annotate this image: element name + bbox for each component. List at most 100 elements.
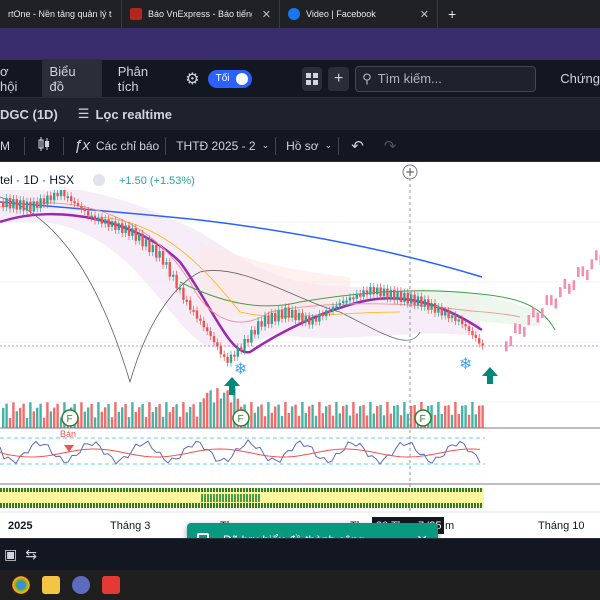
signal-strip-bar <box>288 488 290 492</box>
signal-strip-bar <box>54 503 56 508</box>
signal-strip-bar <box>48 488 50 492</box>
signal-strip-bar <box>339 488 341 492</box>
candle <box>376 287 379 295</box>
volume-bar <box>138 407 141 428</box>
signal-strip-bar <box>213 503 215 508</box>
signal-strip-bar <box>474 488 476 492</box>
candle <box>420 296 423 307</box>
volume-bar <box>345 404 348 428</box>
volume-bar <box>450 414 454 428</box>
volume-bar <box>369 402 372 428</box>
indicators-button[interactable]: Các chỉ báo <box>96 139 159 153</box>
signal-strip-bar <box>246 503 248 508</box>
chart-select[interactable]: Biểu đồ <box>41 58 102 99</box>
volume-bar <box>325 406 328 428</box>
signal-strip-bar <box>423 488 425 492</box>
dark-mode-toggle[interactable]: Tối <box>207 69 252 88</box>
volume-bar <box>39 403 42 428</box>
volume-bar <box>42 417 46 428</box>
candle <box>134 228 137 241</box>
candle <box>304 316 307 323</box>
volume-bar <box>5 403 8 428</box>
volume-bar <box>403 402 406 428</box>
opportunity-menu[interactable]: ơ hội <box>0 60 36 98</box>
securities-menu[interactable]: Chứng <box>560 71 600 86</box>
signal-strip-bar <box>162 503 164 508</box>
add-icon[interactable]: + <box>328 66 350 91</box>
gear-icon[interactable]: ⚙ <box>185 69 199 89</box>
volume-bar <box>440 413 443 428</box>
candle <box>100 217 103 224</box>
browser-tab[interactable]: Video | Facebook ✕ <box>280 0 438 28</box>
volume-bar <box>294 404 297 428</box>
app-icon[interactable] <box>102 576 120 594</box>
signal-strip-bar <box>135 503 137 508</box>
candle <box>243 338 246 351</box>
browser-tab[interactable]: Báo VnExpress - Báo tiếng Việt ✕ <box>122 0 280 28</box>
signal-strip-bar <box>237 503 239 508</box>
candle <box>107 219 110 227</box>
legend-toggle-icon[interactable] <box>93 174 105 186</box>
signal-strip-bar <box>375 488 377 492</box>
realtime-filter[interactable]: Lọc realtime <box>95 107 172 122</box>
signal-strip-bar <box>192 503 194 508</box>
signal-strip-bar <box>51 503 53 508</box>
volume-bar <box>219 398 222 428</box>
interval-select[interactable]: M <box>0 139 10 153</box>
candle <box>348 297 352 301</box>
signal-strip-bar <box>321 488 323 492</box>
file-explorer-icon[interactable] <box>42 576 60 594</box>
candle <box>76 202 80 207</box>
signal-strip-bar <box>138 488 140 492</box>
candle <box>277 310 280 322</box>
search-input[interactable]: ⚲ Tìm kiếm... <box>355 65 537 92</box>
candle <box>325 310 328 317</box>
new-tab-icon[interactable]: + <box>438 6 466 22</box>
browser-tab-strip: rtOne - Nền tảng quản lý t ✕ Báo VnExpre… <box>0 0 600 28</box>
redo-icon[interactable]: ↷ <box>384 137 397 155</box>
volume-bar <box>270 412 273 428</box>
volume-bar <box>399 415 403 428</box>
volume-bar <box>124 403 127 428</box>
undo-icon[interactable]: ↶ <box>351 137 364 155</box>
candle-style-icon[interactable] <box>31 136 57 155</box>
app-icon[interactable] <box>72 576 90 594</box>
signal-strip-bar <box>198 488 200 492</box>
layout-grid-icon[interactable] <box>301 66 323 91</box>
signal-strip-bar <box>51 488 53 492</box>
signal-strip-bar <box>330 488 332 492</box>
signal-strip-bar <box>234 494 236 502</box>
signal-strip-bar <box>303 503 305 508</box>
candle <box>97 217 100 221</box>
signal-strip-bar <box>99 488 101 492</box>
screenshot-icon[interactable]: ▣ <box>4 546 17 563</box>
signal-strip-bar <box>219 488 221 492</box>
signal-strip-bar <box>222 503 224 508</box>
signal-strip-bar <box>408 503 410 508</box>
signal-strip-bar <box>147 503 149 508</box>
signal-strip-bar <box>300 503 302 508</box>
analysis-menu[interactable]: Phân tích <box>108 60 176 98</box>
template-select[interactable]: THTĐ 2025 - 2 <box>176 139 255 153</box>
volume-bar <box>314 415 318 428</box>
signal-strip-bar <box>195 503 197 508</box>
symbol-label[interactable]: DGC (1D) <box>0 107 58 122</box>
candle <box>457 319 460 322</box>
close-icon[interactable]: ✕ <box>420 8 429 21</box>
price-chart[interactable]: F F F ❄ ❄ + Bán tel · 1D · HSX +1.50 (+1.5… <box>0 162 600 538</box>
signal-strip-bar <box>318 503 320 508</box>
candle <box>386 288 389 299</box>
calendar-icon[interactable]: ⇆ <box>25 546 37 563</box>
volume-bar <box>229 402 233 428</box>
candle <box>161 251 165 265</box>
browser-tab-label: rtOne - Nền tảng quản lý t <box>8 9 112 19</box>
signal-strip-bar <box>96 488 98 492</box>
signal-strip-bar <box>360 488 362 492</box>
close-icon[interactable]: ✕ <box>262 8 271 21</box>
volume-bar <box>311 404 314 428</box>
chrome-icon[interactable] <box>12 576 30 594</box>
profile-select[interactable]: Hồ sơ <box>286 139 319 153</box>
browser-tab[interactable]: rtOne - Nền tảng quản lý t ✕ <box>0 0 122 28</box>
signal-strip-bar <box>369 503 371 508</box>
volume-bar <box>56 403 59 428</box>
